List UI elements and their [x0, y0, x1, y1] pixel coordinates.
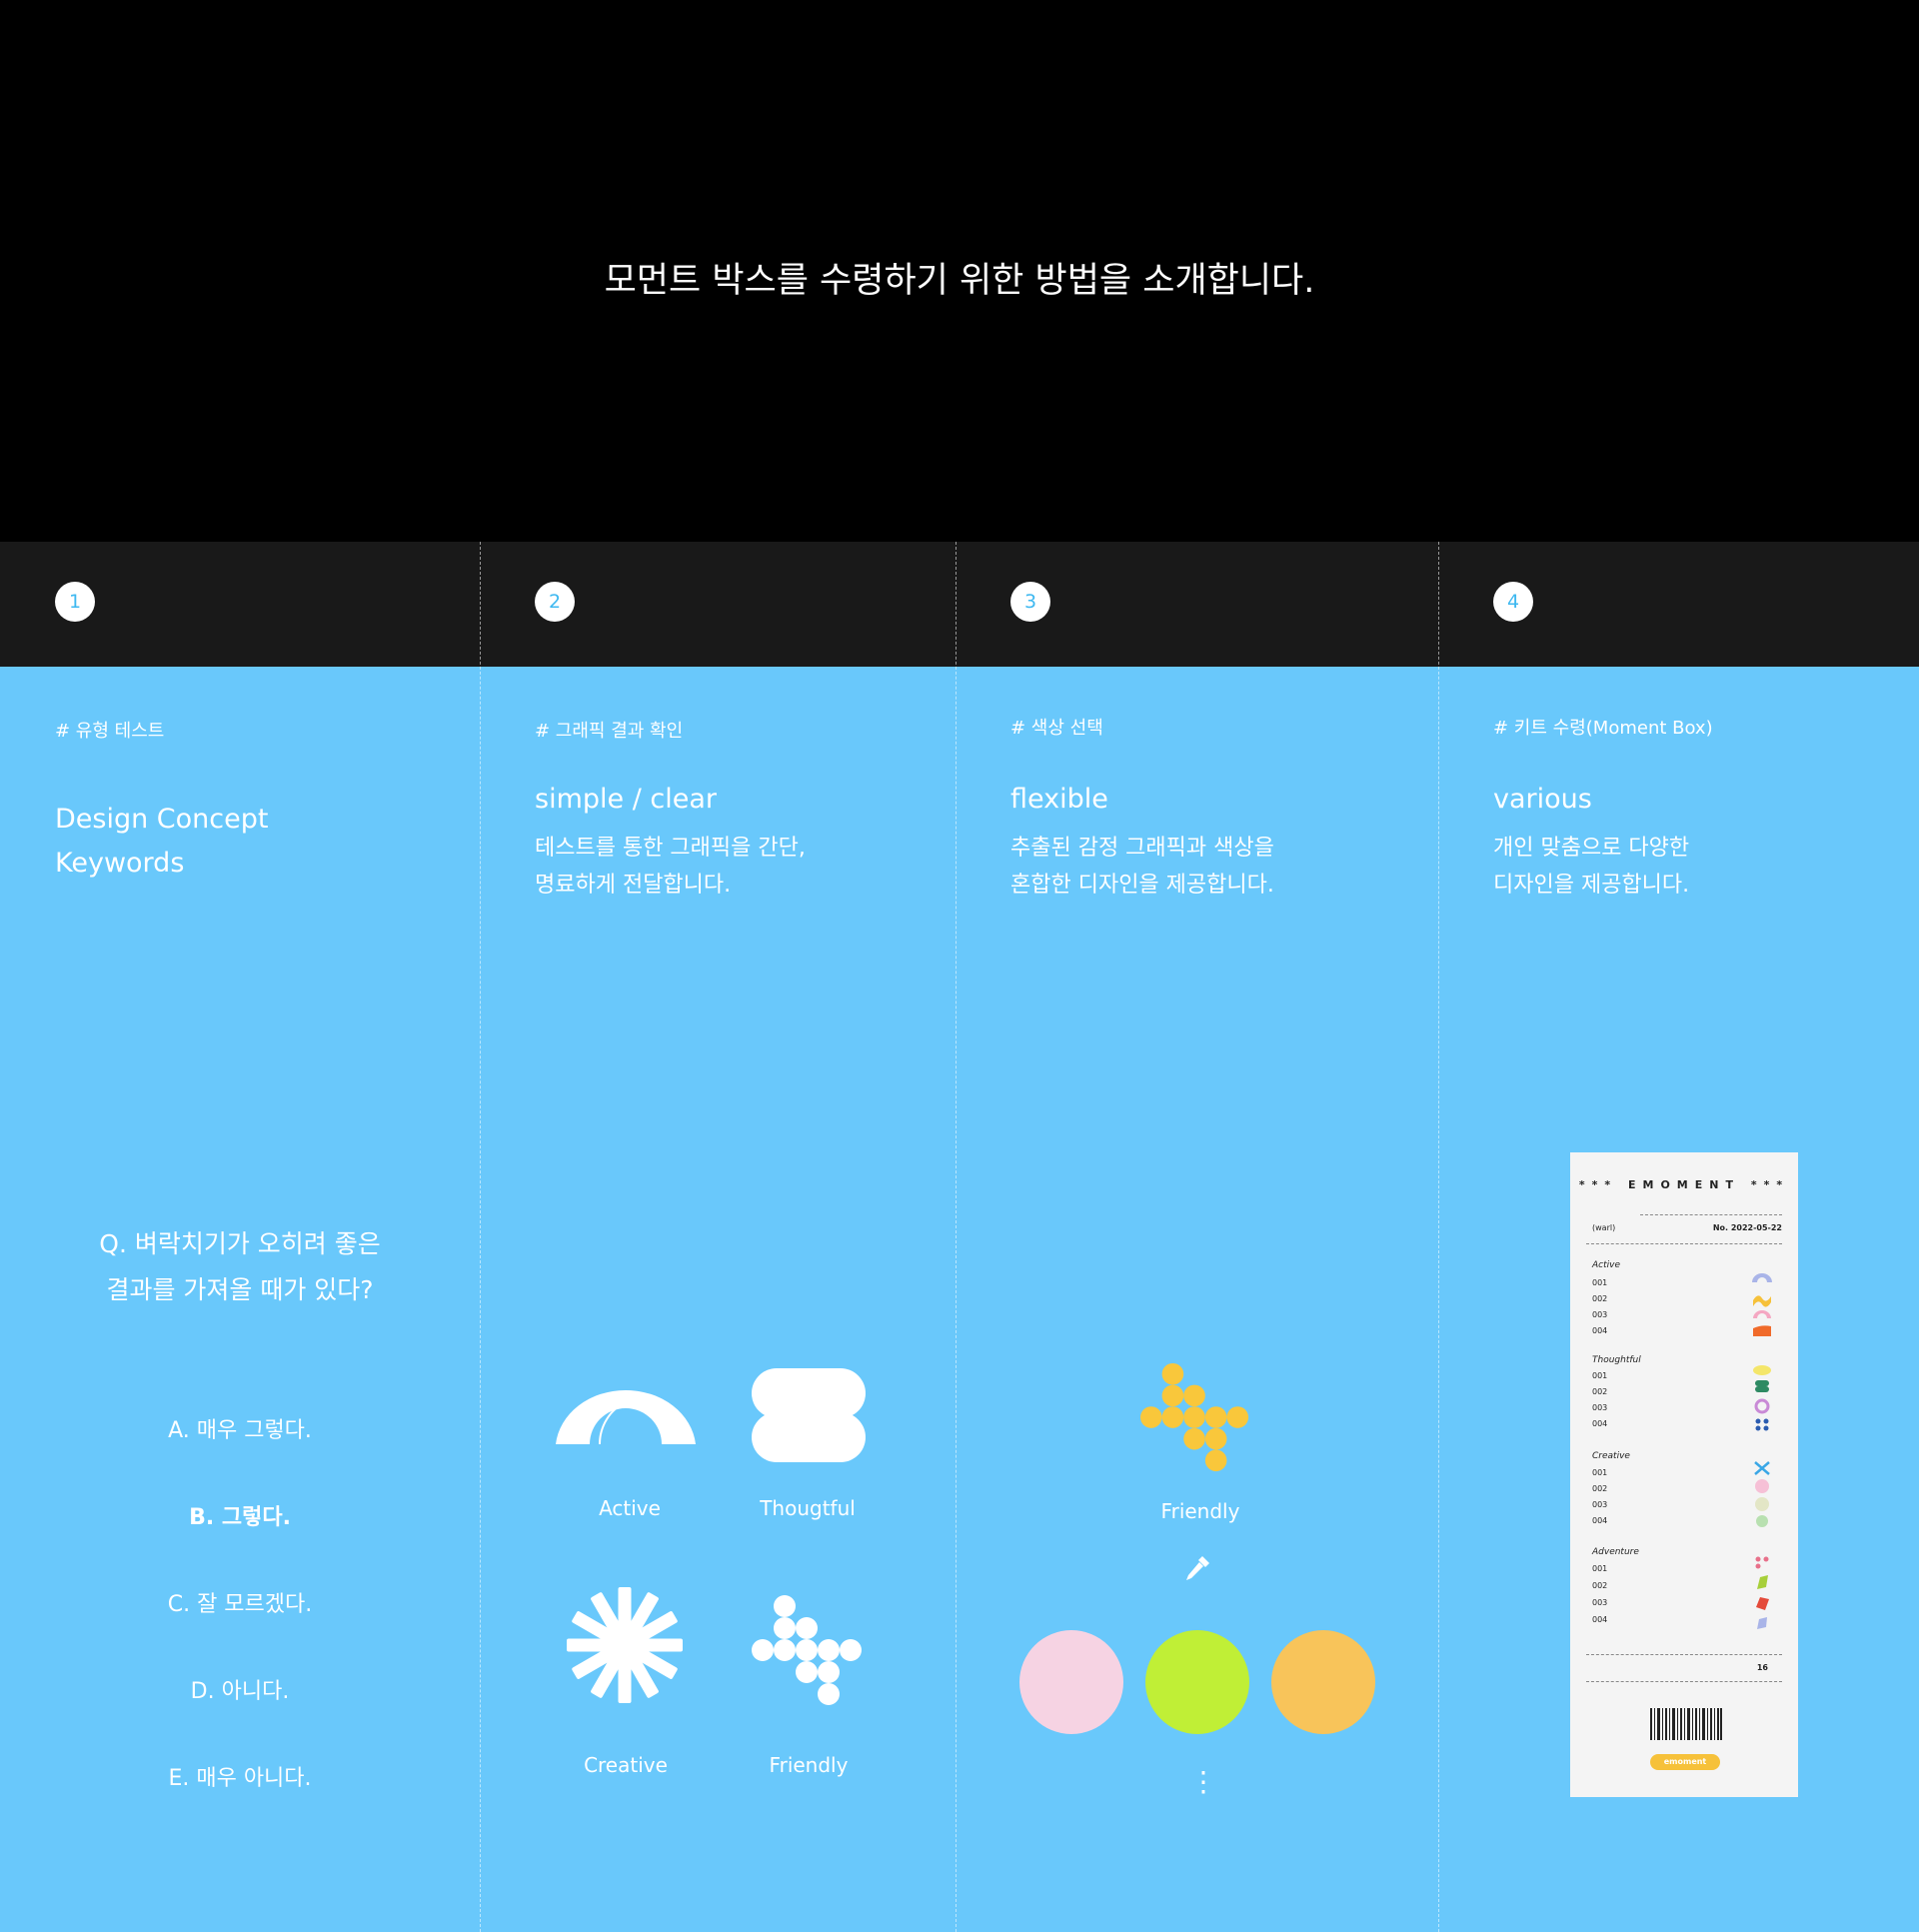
receipt-divider [1640, 1214, 1782, 1215]
receipt-adventure-shapes-icon [1755, 1556, 1769, 1629]
quiz-question: Q. 벼락치기가 오히려 좋은 결과를 가져올 때가 있다? [60, 1221, 420, 1313]
receipt-row: 003 [1592, 1310, 1608, 1319]
receipt-title-stars-right: *** [1750, 1178, 1790, 1191]
friendly-colored-icon [1139, 1362, 1249, 1472]
quiz-option-e[interactable]: E. 매우 아니다. [60, 1760, 420, 1792]
receipt-title-stars-left: *** [1578, 1178, 1618, 1191]
eyedropper-icon[interactable] [1183, 1554, 1211, 1582]
step-3-hashtag: # 색상 선택 [1010, 718, 1103, 739]
quiz-option-b[interactable]: B. 그렇다. [60, 1499, 420, 1531]
step-2-description-line1: 테스트를 통한 그래픽을 간단, [535, 836, 806, 861]
step-1-hashtag: # 유형 테스트 [55, 721, 165, 742]
color-swatch-pink[interactable] [1019, 1630, 1123, 1734]
color-swatch-lime[interactable] [1145, 1630, 1249, 1734]
step-2-keyword: simple / clear [535, 784, 717, 815]
receipt-row: 002 [1592, 1294, 1608, 1303]
receipt-section-active: Active [1592, 1260, 1620, 1270]
receipt-row: 003 [1592, 1500, 1608, 1509]
step-number-3: 3 [1010, 582, 1050, 622]
receipt-number: No. 2022-05-22 [1712, 1223, 1782, 1232]
step-number-1: 1 [55, 582, 95, 622]
step-2-description: 테스트를 통한 그래픽을 간단, 명료하게 전달합니다. [535, 830, 806, 904]
receipt-row: 004 [1592, 1326, 1608, 1335]
step-3-keyword: flexible [1010, 784, 1108, 815]
receipt-row: 001 [1592, 1278, 1608, 1287]
receipt-divider [1586, 1654, 1782, 1655]
graphic-label-active: Active [599, 1496, 661, 1520]
step-1-keyword: Design Concept Keywords [55, 798, 268, 886]
double-pill-icon [752, 1368, 866, 1462]
quiz-question-line2: 결과를 가져올 때가 있다? [106, 1275, 374, 1304]
quiz-question-line1: Q. 벼락치기가 오히려 좋은 [99, 1229, 381, 1258]
step-3-description-line1: 추출된 감정 그래픽과 색상을 [1010, 836, 1274, 861]
column-divider [1438, 542, 1439, 1932]
receipt-row: 002 [1592, 1484, 1608, 1493]
receipt-brand: EMOMENT [1628, 1178, 1740, 1191]
quiz-option-c[interactable]: C. 잘 모르겠다. [60, 1586, 420, 1618]
step-number-4: 4 [1493, 582, 1533, 622]
dot-cluster-icon [752, 1595, 862, 1705]
step-3-description-line2: 혼합한 디자인을 제공합니다. [1010, 873, 1274, 898]
receipt-row: 002 [1592, 1581, 1608, 1590]
starburst-icon [567, 1587, 683, 1703]
receipt-thoughtful-shapes-icon [1753, 1365, 1771, 1431]
column-divider [480, 542, 481, 1932]
receipt-section-thoughtful: Thoughtful [1592, 1355, 1641, 1365]
step-4-description-line2: 디자인을 제공합니다. [1493, 873, 1690, 898]
receipt-active-shapes-icon [1752, 1273, 1772, 1336]
step-3-description: 추출된 감정 그래픽과 색상을 혼합한 디자인을 제공합니다. [1010, 830, 1274, 904]
barcode-icon [1650, 1708, 1722, 1740]
receipt-row: 004 [1592, 1419, 1608, 1428]
receipt-row: 001 [1592, 1564, 1608, 1573]
step-1-keyword-line1: Design Concept [55, 804, 269, 835]
quiz-option-d[interactable]: D. 아니다. [60, 1673, 420, 1705]
receipt-divider [1586, 1681, 1782, 1682]
step-4-hashtag: # 키트 수령(Moment Box) [1493, 718, 1713, 739]
arch-icon [556, 1389, 696, 1445]
receipt-section-adventure: Adventure [1592, 1547, 1639, 1557]
receipt-total: 16 [1756, 1663, 1768, 1672]
hero-title: 모먼트 박스를 수령하기 위한 방법을 소개합니다. [604, 261, 1315, 301]
step-number-2: 2 [535, 582, 575, 622]
receipt-row: 002 [1592, 1387, 1608, 1396]
graphic-label-creative: Creative [584, 1753, 668, 1777]
color-swatch-yellow[interactable] [1271, 1630, 1375, 1734]
step-number-bar [0, 542, 1919, 667]
moment-box-receipt: *** EMOMENT *** (warl) No. 2022-05-22 Ac… [1570, 1152, 1798, 1797]
column-divider [956, 542, 957, 1932]
step-1-keyword-line2: Keywords [55, 848, 185, 879]
receipt-row: 004 [1592, 1615, 1608, 1624]
step-4-description-line1: 개인 맞춤으로 다양한 [1493, 836, 1690, 861]
graphic-label-thoughtful: Thougtful [760, 1496, 856, 1520]
receipt-row: 003 [1592, 1403, 1608, 1412]
receipt-logo: emoment [1650, 1754, 1720, 1770]
receipt-row: 003 [1592, 1598, 1608, 1607]
receipt-section-creative: Creative [1592, 1451, 1630, 1461]
receipt-user: (warl) [1592, 1223, 1616, 1232]
step-4-description: 개인 맞춤으로 다양한 디자인을 제공합니다. [1493, 830, 1689, 904]
receipt-row: 001 [1592, 1468, 1608, 1477]
step-2-hashtag: # 그래픽 결과 확인 [535, 721, 684, 742]
receipt-title: *** EMOMENT *** [1570, 1178, 1798, 1191]
hero-section: 모먼트 박스를 수령하기 위한 방법을 소개합니다. [0, 0, 1919, 542]
quiz-option-a[interactable]: A. 매우 그렇다. [60, 1412, 420, 1444]
graphic-label-friendly: Friendly [769, 1753, 849, 1777]
more-colors-icon[interactable]: ⋮ [1189, 1767, 1217, 1797]
color-graphic-label: Friendly [1160, 1499, 1240, 1523]
step-4-keyword: various [1493, 784, 1592, 815]
receipt-row: 004 [1592, 1516, 1608, 1525]
receipt-row: 001 [1592, 1371, 1608, 1380]
step-2-description-line2: 명료하게 전달합니다. [535, 873, 732, 898]
receipt-creative-shapes-icon [1754, 1461, 1770, 1527]
receipt-divider [1586, 1243, 1782, 1244]
